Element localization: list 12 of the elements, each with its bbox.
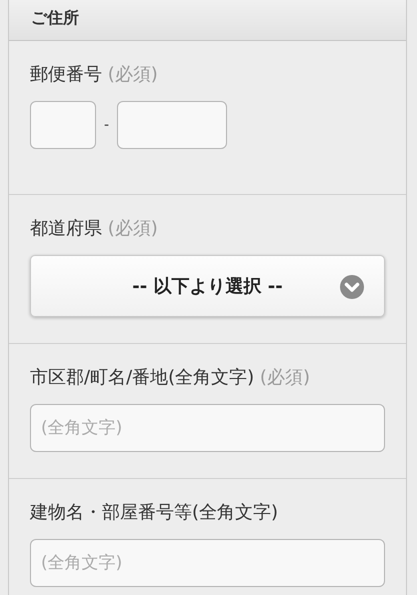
input-field[interactable]: (全角文字) xyxy=(30,539,385,587)
field-label: 郵便番号 (必須) xyxy=(30,63,159,87)
separator-text: - xyxy=(104,117,110,133)
postal-code-second-field[interactable] xyxy=(117,101,228,149)
field-label: 都道府県 (必須) xyxy=(30,217,159,241)
postal-code-first-field[interactable] xyxy=(30,101,96,149)
input-field[interactable]: (全角文字) xyxy=(30,404,385,452)
field-label: 建物名・部屋番号等(全角文字) xyxy=(30,501,280,525)
field-label: 市区郡/町名/番地(全角文字) (必須) xyxy=(30,366,311,390)
chevron-down-icon xyxy=(340,275,364,299)
prefecture-select[interactable]: -- 以下より選択 -- xyxy=(30,255,385,317)
section-title: ご住所 xyxy=(31,8,79,27)
